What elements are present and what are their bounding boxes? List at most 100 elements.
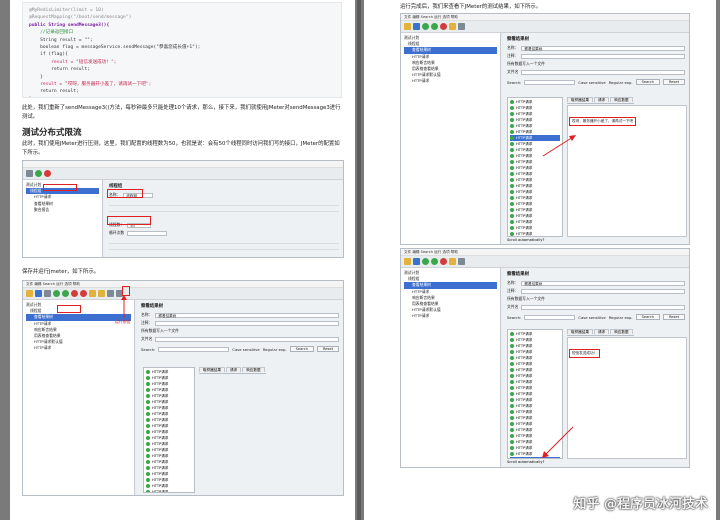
search-button[interactable]: Search (635, 79, 660, 85)
filename-label: 文件名 (507, 69, 519, 74)
start-icon[interactable] (35, 170, 42, 177)
save-icon[interactable] (413, 258, 420, 265)
tab-response-data[interactable]: 响应数据 (610, 97, 633, 102)
start-icon[interactable] (422, 23, 429, 30)
panel-title: 察看结果树 (141, 304, 163, 309)
tab-request[interactable]: 请求 (225, 367, 242, 372)
watermark: 知乎 @程序员冰河技术 (573, 497, 708, 512)
divider (109, 244, 339, 250)
name-input[interactable]: 察看结果树 (521, 280, 685, 286)
filename-input[interactable] (155, 336, 339, 342)
scroll-auto-checkbox[interactable]: Scroll automatically? (507, 460, 544, 464)
save-icon[interactable] (413, 23, 420, 30)
regex-checkbox[interactable]: Regular exp. (609, 315, 633, 320)
clear-icon[interactable] (449, 258, 456, 265)
tree-node[interactable]: HTTP请求 (26, 345, 131, 351)
sample-results-list: HTTP请求 HTTP请求 HTTP请求 HTTP请求 HTTP请求 HTTP请求 HTTP… (507, 97, 563, 237)
clear-icon[interactable] (89, 290, 96, 297)
document-page-right: 运行完成后，我们来查看下JMeter的测试结果，如下所示。 文件 编辑 Sear… (364, 0, 716, 520)
filename-input[interactable] (521, 304, 685, 310)
search-row: Search: Case sensitive Regular exp. Sear… (507, 79, 685, 85)
search-icon[interactable] (458, 23, 465, 30)
tab-response-data[interactable]: 响应数据 (610, 329, 633, 334)
shutdown-icon[interactable] (80, 290, 87, 297)
scroll-auto-checkbox[interactable]: Scroll automatically? (507, 238, 544, 242)
comment-label: 注释： (507, 53, 519, 58)
sample-results-list: HTTP请求 HTTP请求 HTTP请求 HTTP请求 HTTP请求 HTTP请求 HTTP… (143, 367, 195, 493)
stop-icon[interactable] (440, 258, 447, 265)
open-icon[interactable] (26, 290, 33, 297)
loop-input[interactable] (127, 230, 168, 236)
regex-checkbox[interactable]: Regular exp. (263, 347, 287, 352)
code-line: public String sendMessage3(){ (29, 22, 110, 28)
start-no-pause-icon[interactable] (431, 23, 438, 30)
filename-field-row: 文件名 (507, 69, 685, 75)
search-row: Search: Case sensitive Regular exp. Sear… (507, 314, 685, 320)
start-icon[interactable] (422, 258, 429, 265)
case-sensitive-checkbox[interactable]: Case sensitive (232, 347, 259, 352)
stop-icon[interactable] (44, 170, 51, 177)
cut-icon[interactable] (44, 290, 51, 297)
start-no-pause-icon[interactable] (62, 290, 69, 297)
new-icon[interactable] (26, 170, 33, 177)
name-label: 名称： (507, 280, 519, 285)
filename-label: 文件名 (141, 336, 153, 341)
code-line: if (flag){ (29, 52, 68, 58)
search-button[interactable]: Search (289, 346, 314, 352)
search-input[interactable] (524, 314, 576, 320)
start-icon[interactable] (53, 290, 60, 297)
filename-label: 文件名 (507, 304, 519, 309)
document-page-left: @MyRedisLimiter(limit = 10) @RequestMappi… (10, 0, 355, 520)
tab-response-data[interactable]: 响应数据 (242, 367, 265, 372)
clear-icon[interactable] (449, 23, 456, 30)
divider (109, 206, 339, 212)
stop-icon[interactable] (71, 290, 78, 297)
test-plan-tree: 测试计划 线程组 查看结果树 HTTP请求 响应断言结果 用表格查看结果 HTTP请求默认值… (401, 268, 501, 467)
response-body: 哎呀，服务器开小差了，请再试一下吧 (567, 105, 687, 237)
filename-input[interactable] (521, 69, 685, 75)
search-icon[interactable] (107, 290, 114, 297)
name-field-row: 名称： 察看结果树 (507, 45, 685, 51)
reset-button[interactable]: Reset (662, 314, 685, 320)
comment-input[interactable] (521, 53, 685, 59)
tab-sampler-result[interactable]: 取样器结果 (567, 97, 593, 102)
tab-request[interactable]: 请求 (593, 329, 610, 334)
search-row: Search: Case sensitive Regular exp. Sear… (141, 346, 339, 352)
code-line: result = "短信发送成功！"; (29, 59, 117, 65)
code-block: @MyRedisLimiter(limit = 10) @RequestMappi… (22, 2, 342, 98)
highlight-box (43, 184, 77, 191)
tab-sampler-result[interactable]: 取样器结果 (199, 367, 225, 372)
search-input[interactable] (524, 79, 576, 85)
save-icon[interactable] (35, 290, 42, 297)
open-icon[interactable] (404, 23, 411, 30)
case-sensitive-checkbox[interactable]: Case sensitive (578, 315, 605, 320)
tree-node[interactable]: HTTP请求 (404, 78, 497, 84)
test-plan-tree: 测试计划 线程组 查看结果树 HTTP请求 响应断言结果 用表格查看结果 HTTP请求默认值… (23, 300, 135, 495)
code-line: @MyRedisLimiter(limit = 10) (29, 8, 104, 13)
stop-icon[interactable] (440, 23, 447, 30)
result-item[interactable]: HTTP请求 (510, 231, 560, 236)
search-button[interactable]: Search (635, 314, 660, 320)
regex-checkbox[interactable]: Regular exp. (609, 80, 633, 85)
reset-button[interactable]: Reset (316, 346, 339, 352)
name-input[interactable]: 察看结果树 (155, 312, 339, 318)
tree-node[interactable]: 聚合报告 (26, 207, 99, 213)
code-line: } (29, 96, 335, 98)
start-no-pause-icon[interactable] (431, 258, 438, 265)
tab-request[interactable]: 请求 (593, 97, 610, 102)
result-item[interactable]: HTTP请求 (146, 489, 192, 492)
comment-input[interactable] (521, 288, 685, 294)
open-icon[interactable] (404, 258, 411, 265)
search-input[interactable] (158, 346, 230, 352)
reset-button[interactable]: Reset (662, 79, 685, 85)
highlight-box (107, 189, 143, 198)
case-sensitive-checkbox[interactable]: Case sensitive (578, 80, 605, 85)
search-icon[interactable] (458, 258, 465, 265)
panel-title: 线程组 (109, 184, 123, 189)
comment-input[interactable] (155, 320, 339, 326)
section-heading: 测试分布式限流 (22, 127, 82, 137)
name-input[interactable]: 察看结果树 (521, 45, 685, 51)
tree-node[interactable]: HTTP请求 (404, 313, 497, 319)
clear-all-icon[interactable] (98, 290, 105, 297)
tab-sampler-result[interactable]: 取样器结果 (567, 329, 593, 334)
